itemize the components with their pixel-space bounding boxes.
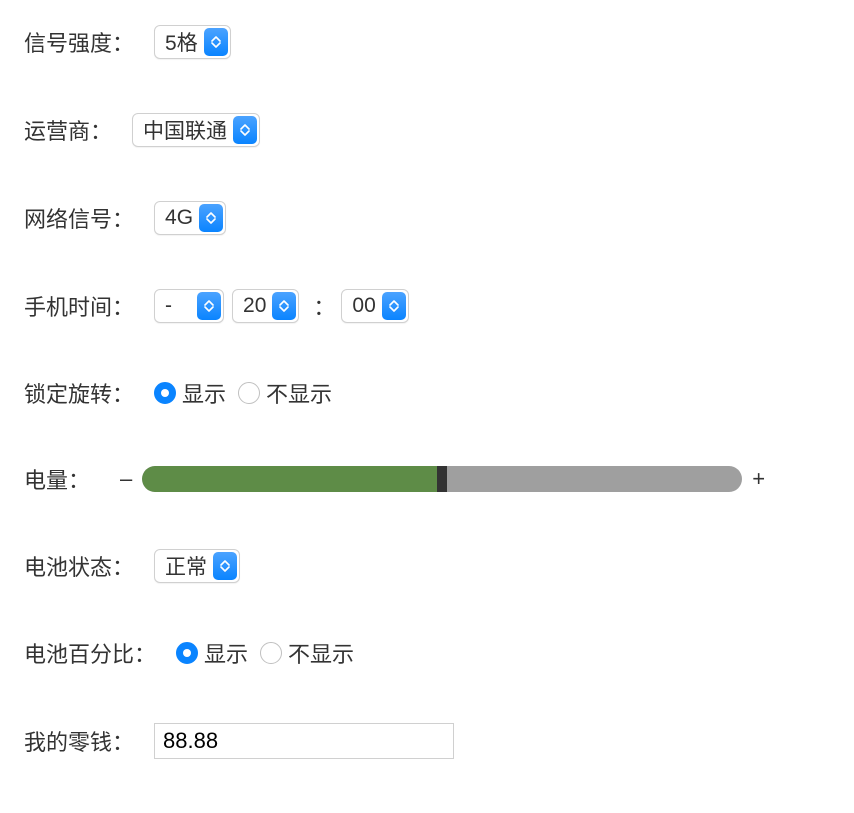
chevron-up-down-icon	[272, 292, 296, 320]
radio-lock-rotation-show[interactable]: 显示	[154, 377, 234, 409]
select-time-period-value: -	[165, 294, 172, 318]
label-battery-state: 电池状态：	[24, 550, 134, 582]
chevron-up-down-icon	[199, 204, 223, 232]
chevron-up-down-icon	[233, 116, 257, 144]
slider-battery[interactable]	[142, 466, 742, 492]
row-lock-rotation: 锁定旋转： 显示 不显示	[24, 377, 854, 409]
select-time-minute-value: 00	[352, 294, 375, 318]
row-battery-percent: 电池百分比： 显示 不显示	[24, 637, 854, 669]
row-battery-state: 电池状态： 正常	[24, 549, 854, 583]
radio-battery-percent-hide[interactable]: 不显示	[260, 637, 362, 669]
select-time-minute[interactable]: 00	[341, 289, 408, 323]
select-carrier[interactable]: 中国联通	[132, 113, 260, 147]
select-time-period[interactable]: -	[154, 289, 224, 323]
radio-checked-icon	[176, 642, 198, 664]
plus-icon: +	[752, 466, 765, 492]
time-separator: ：	[313, 290, 335, 322]
radio-lock-rotation-show-label: 显示	[182, 377, 226, 409]
radio-battery-percent-hide-label: 不显示	[288, 637, 354, 669]
select-battery-state-value: 正常	[165, 551, 207, 581]
chevron-up-down-icon	[213, 552, 237, 580]
label-lock-rotation: 锁定旋转：	[24, 377, 134, 409]
slider-battery-thumb[interactable]	[437, 466, 447, 492]
chevron-up-down-icon	[197, 292, 221, 320]
radio-group-lock-rotation: 显示 不显示	[154, 377, 340, 409]
chevron-up-down-icon	[204, 28, 228, 56]
select-signal-strength-value: 5格	[165, 27, 198, 57]
label-signal-strength: 信号强度：	[24, 26, 134, 58]
radio-battery-percent-show-label: 显示	[204, 637, 248, 669]
label-battery: 电量：	[24, 463, 90, 495]
label-phone-time: 手机时间：	[24, 290, 134, 322]
row-signal-strength: 信号强度： 5格	[24, 25, 854, 59]
row-battery: 电量： – +	[24, 463, 854, 495]
select-carrier-value: 中国联通	[143, 115, 227, 145]
label-network-signal: 网络信号：	[24, 202, 134, 234]
select-time-hour-value: 20	[243, 294, 266, 318]
input-my-money[interactable]	[154, 723, 454, 759]
row-phone-time: 手机时间： - 20 ： 00	[24, 289, 854, 323]
radio-lock-rotation-hide[interactable]: 不显示	[238, 377, 340, 409]
row-my-money: 我的零钱：	[24, 723, 854, 759]
minus-icon: –	[120, 466, 132, 492]
row-carrier: 运营商： 中国联通	[24, 113, 854, 147]
label-my-money: 我的零钱：	[24, 725, 134, 757]
chevron-up-down-icon	[382, 292, 406, 320]
radio-unchecked-icon	[260, 642, 282, 664]
radio-lock-rotation-hide-label: 不显示	[266, 377, 332, 409]
radio-checked-icon	[154, 382, 176, 404]
select-signal-strength[interactable]: 5格	[154, 25, 231, 59]
radio-unchecked-icon	[238, 382, 260, 404]
row-network-signal: 网络信号： 4G	[24, 201, 854, 235]
label-carrier: 运营商：	[24, 114, 112, 146]
slider-battery-fill	[142, 466, 442, 492]
label-battery-percent: 电池百分比：	[24, 637, 156, 669]
select-network-signal-value: 4G	[165, 206, 193, 230]
radio-group-battery-percent: 显示 不显示	[176, 637, 362, 669]
select-network-signal[interactable]: 4G	[154, 201, 226, 235]
select-time-hour[interactable]: 20	[232, 289, 299, 323]
select-battery-state[interactable]: 正常	[154, 549, 240, 583]
radio-battery-percent-show[interactable]: 显示	[176, 637, 256, 669]
